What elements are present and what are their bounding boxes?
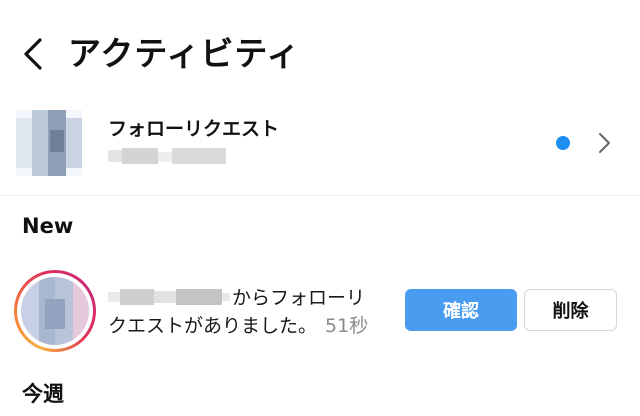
chevron-left-icon (24, 38, 42, 70)
avatar-story-ring[interactable] (14, 270, 96, 352)
chevron-right-icon (596, 130, 614, 156)
back-button[interactable] (22, 34, 58, 74)
unread-dot (556, 136, 570, 150)
delete-button[interactable]: 削除 (524, 289, 617, 331)
follow-requests-title: フォローリクエスト (108, 118, 280, 140)
notification-text-part2: クエストがありました。 (108, 315, 318, 337)
avatar (21, 277, 89, 345)
confirm-button[interactable]: 確認 (405, 289, 517, 331)
follow-requests-row[interactable]: フォローリクエスト (0, 100, 640, 196)
page-title: アクティビティ (68, 34, 301, 73)
section-header-new: New (22, 214, 74, 238)
notification-message: からフォローリ クエストがありました。 51秒 (108, 284, 396, 340)
follow-requests-username (108, 146, 226, 166)
notification-text-part1: からフォローリ (232, 287, 366, 309)
notification-time: 51秒 (325, 315, 369, 337)
avatar (16, 110, 82, 176)
header: アクティビティ (0, 0, 640, 100)
notification-row[interactable]: からフォローリ クエストがありました。 51秒 確認 削除 (0, 262, 640, 360)
notification-username[interactable] (108, 286, 230, 305)
section-header-this-week: 今週 (22, 382, 64, 406)
